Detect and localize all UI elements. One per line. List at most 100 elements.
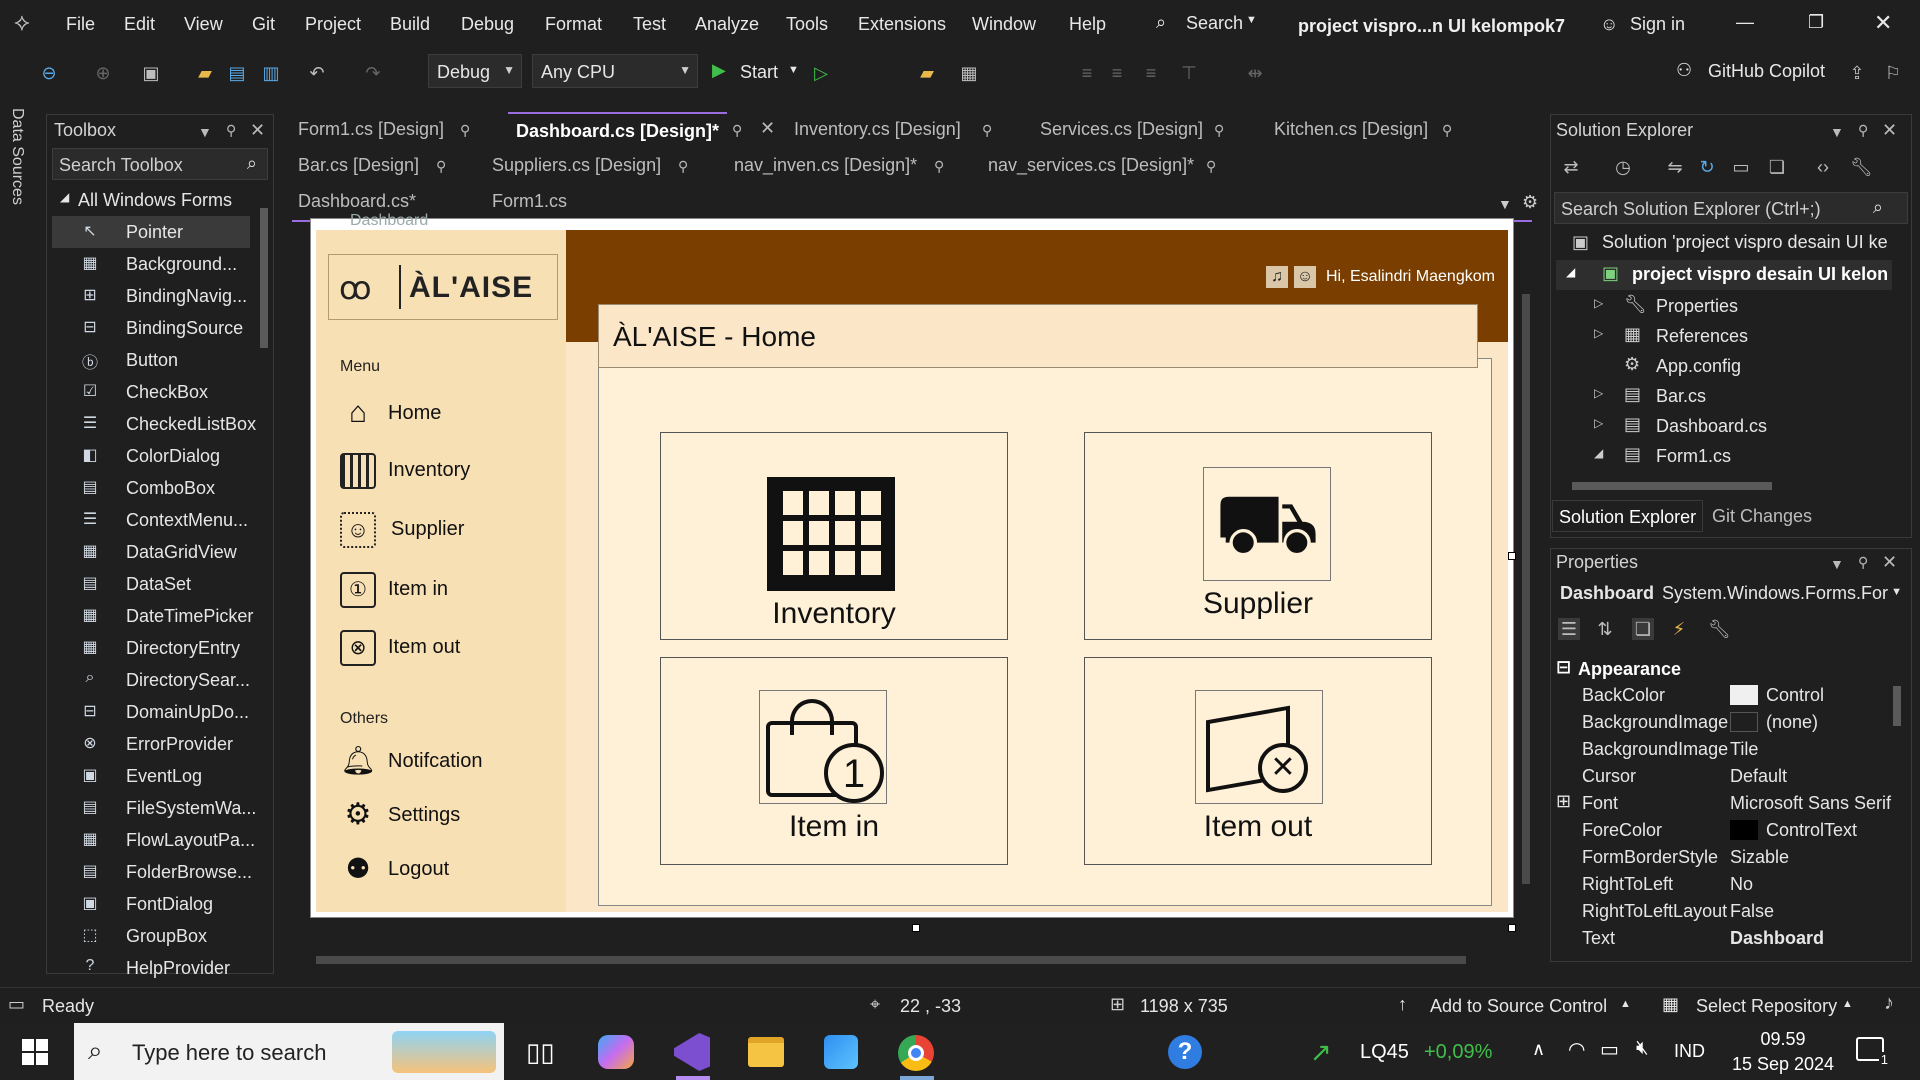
alphabetical-icon[interactable]: ⇅ bbox=[1594, 618, 1616, 640]
pin-icon[interactable]: ⚲ bbox=[678, 158, 688, 175]
close-icon[interactable]: ✕ bbox=[1882, 552, 1897, 573]
taskbar-search-input[interactable]: ⌕ Type here to search bbox=[74, 1023, 504, 1080]
pin-icon[interactable]: ⚲ bbox=[982, 122, 992, 139]
menu-build[interactable]: Build bbox=[390, 14, 430, 35]
pin-icon[interactable]: ⚲ bbox=[1442, 122, 1452, 139]
collapse-icon[interactable]: ◢ bbox=[1594, 446, 1603, 460]
forward-icon[interactable]: ⊕ bbox=[92, 62, 114, 84]
toolbox-item[interactable]: ◧ ColorDialog bbox=[52, 440, 252, 472]
item-out-card[interactable]: ✕ Item out bbox=[1084, 657, 1432, 865]
toolbox-item[interactable]: ? HelpProvider bbox=[52, 952, 252, 984]
toolbox-item[interactable]: ▤ FolderBrowse... bbox=[52, 856, 252, 888]
toolbox-item[interactable]: ⌕ DirectorySear... bbox=[52, 664, 252, 696]
toolbox-item[interactable]: ⬚ GroupBox bbox=[52, 920, 252, 952]
categorized-icon[interactable]: ☰ bbox=[1558, 618, 1580, 640]
expand-icon[interactable]: ⊞ bbox=[1556, 791, 1571, 812]
wrench-icon[interactable]: 🔧︎ bbox=[1850, 156, 1873, 178]
inventory-card[interactable]: Inventory bbox=[660, 432, 1008, 640]
notification-bell-icon[interactable]: ♫ bbox=[1266, 266, 1288, 288]
align-center-icon[interactable]: ≡ bbox=[1106, 62, 1128, 84]
history-icon[interactable]: ◷ bbox=[1612, 156, 1634, 178]
sign-in-button[interactable]: ☺ Sign in bbox=[1600, 12, 1710, 40]
folder-icon[interactable]: ▰ bbox=[916, 62, 938, 84]
menu-window[interactable]: Window bbox=[972, 14, 1036, 35]
configuration-select[interactable]: Debug ▼ bbox=[428, 54, 522, 88]
document-tab[interactable]: Dashboard.cs [Design]* bbox=[508, 112, 728, 146]
photos-app-icon[interactable] bbox=[824, 1035, 858, 1069]
switch-views-icon[interactable]: ⇄ bbox=[1560, 156, 1582, 178]
toolbox-item[interactable]: ⊞ BindingNavig... bbox=[52, 280, 252, 312]
project-node[interactable]: ◢ ▣ project vispro desain UI kelon bbox=[1556, 260, 1892, 290]
spacing-icon[interactable]: ⇹ bbox=[1244, 62, 1266, 84]
properties-scrollbar[interactable] bbox=[1890, 656, 1904, 956]
menu-debug[interactable]: Debug bbox=[461, 14, 514, 35]
toolbox-search-input[interactable]: Search Toolbox ⌕ bbox=[52, 148, 268, 180]
global-search-button[interactable]: ⌕ Search ▼ bbox=[1156, 10, 1257, 40]
sync-icon[interactable]: ⇋ bbox=[1664, 156, 1686, 178]
dropdown-icon[interactable]: ▼ bbox=[198, 124, 212, 140]
menu-git[interactable]: Git bbox=[252, 14, 275, 35]
property-row[interactable]: BackgroundImage Tile bbox=[1582, 736, 1892, 763]
view-code-icon[interactable]: ‹› bbox=[1812, 156, 1834, 178]
visual-studio-app-icon[interactable] bbox=[674, 1033, 710, 1071]
wifi-icon[interactable]: ◠ bbox=[1568, 1037, 1585, 1062]
align-right-icon[interactable]: ≡ bbox=[1140, 62, 1162, 84]
menu-view[interactable]: View bbox=[184, 14, 223, 35]
nav-inventory[interactable]: Inventory bbox=[340, 449, 560, 493]
add-to-source-control-button[interactable]: ↑ Add to Source Control ▲ bbox=[1398, 992, 1634, 1020]
document-tab[interactable]: nav_services.cs [Design]* bbox=[980, 148, 1202, 182]
share-icon[interactable]: ⇪ bbox=[1846, 62, 1868, 84]
stock-widget[interactable]: ↗ LQ45 +0,09% bbox=[1310, 1033, 1520, 1073]
platform-select[interactable]: Any CPU ▼ bbox=[532, 54, 698, 88]
save-all-icon[interactable]: ▥ bbox=[260, 62, 282, 84]
toolbox-item[interactable]: ▦ FlowLayoutPa... bbox=[52, 824, 255, 856]
toolbox-group-header[interactable]: ◢ All Windows Forms bbox=[56, 188, 256, 214]
tab-git-changes[interactable]: Git Changes bbox=[1712, 506, 1812, 527]
dropdown-icon[interactable]: ▼ bbox=[1830, 124, 1844, 140]
undo-icon[interactable]: ↶ bbox=[306, 62, 328, 84]
nav-notification[interactable]: 🔔︎ Notifcation bbox=[340, 740, 560, 784]
close-icon[interactable]: ✕ bbox=[250, 120, 265, 141]
pin-icon[interactable]: ⚲ bbox=[1858, 554, 1868, 571]
property-row[interactable]: ⊞ Font Microsoft Sans Serif bbox=[1556, 790, 1892, 817]
align-left-icon[interactable]: ≡ bbox=[1076, 62, 1098, 84]
se-horizontal-scrollbar[interactable] bbox=[1556, 478, 1882, 494]
toolbox-item[interactable]: ☑ CheckBox bbox=[52, 376, 252, 408]
nav-item-in[interactable]: ① Item in bbox=[340, 568, 560, 612]
clock[interactable]: 09.59 15 Sep 2024 bbox=[1728, 1027, 1838, 1077]
toolbox-item[interactable]: ▦ DateTimePicker bbox=[52, 600, 253, 632]
file-explorer-icon[interactable] bbox=[748, 1037, 784, 1067]
toolbox-item[interactable]: ▦ Background... bbox=[52, 248, 252, 280]
nav-logout[interactable]: ⚉ Logout bbox=[340, 848, 560, 892]
open-folder-icon[interactable]: ▰ bbox=[194, 62, 216, 84]
menu-edit[interactable]: Edit bbox=[124, 14, 155, 35]
restore-button[interactable]: ❐ bbox=[1808, 12, 1832, 36]
toolbox-item[interactable]: ▤ ComboBox bbox=[52, 472, 252, 504]
events-icon[interactable]: ⚡ bbox=[1668, 618, 1690, 640]
property-row[interactable]: RightToLeftLayout False bbox=[1582, 898, 1892, 925]
chevron-up-icon[interactable]: ∧ bbox=[1532, 1039, 1545, 1060]
collapse-all-icon[interactable]: ▭ bbox=[1730, 156, 1752, 178]
close-button[interactable]: ✕ bbox=[1874, 10, 1898, 35]
layout-icon[interactable]: ▦ bbox=[958, 62, 980, 84]
input-language[interactable]: IND bbox=[1674, 1041, 1705, 1062]
item-in-card[interactable]: 1 Item in bbox=[660, 657, 1008, 865]
volume-muted-icon[interactable]: 🔇︎ bbox=[1636, 1037, 1649, 1060]
supplier-card[interactable]: ⛟ Supplier bbox=[1084, 432, 1432, 640]
document-tab[interactable]: Services.cs [Design] bbox=[1032, 112, 1211, 146]
pin-icon[interactable]: ⚲ bbox=[732, 122, 742, 139]
resize-handle-corner[interactable] bbox=[1508, 924, 1516, 932]
toolbox-item[interactable]: ↖ Pointer bbox=[52, 216, 250, 248]
property-row[interactable]: BackColor Control bbox=[1582, 682, 1892, 709]
toolbox-item[interactable]: ▣ EventLog bbox=[52, 760, 252, 792]
battery-icon[interactable]: ▭ bbox=[1600, 1037, 1619, 1062]
dropdown-icon[interactable]: ▼ bbox=[1830, 556, 1844, 572]
select-repository-button[interactable]: ▦ Select Repository ▲ bbox=[1662, 992, 1862, 1020]
toolbox-item[interactable]: ☰ ContextMenu... bbox=[52, 504, 252, 536]
chrome-icon[interactable] bbox=[898, 1035, 934, 1071]
redo-icon[interactable]: ↷ bbox=[362, 62, 384, 84]
properties-view-icon[interactable]: ❏ bbox=[1632, 618, 1654, 640]
document-tab[interactable]: Form1.cs bbox=[484, 184, 575, 218]
expand-icon[interactable]: ▷ bbox=[1594, 296, 1603, 310]
windows-start-icon[interactable] bbox=[22, 1039, 48, 1065]
